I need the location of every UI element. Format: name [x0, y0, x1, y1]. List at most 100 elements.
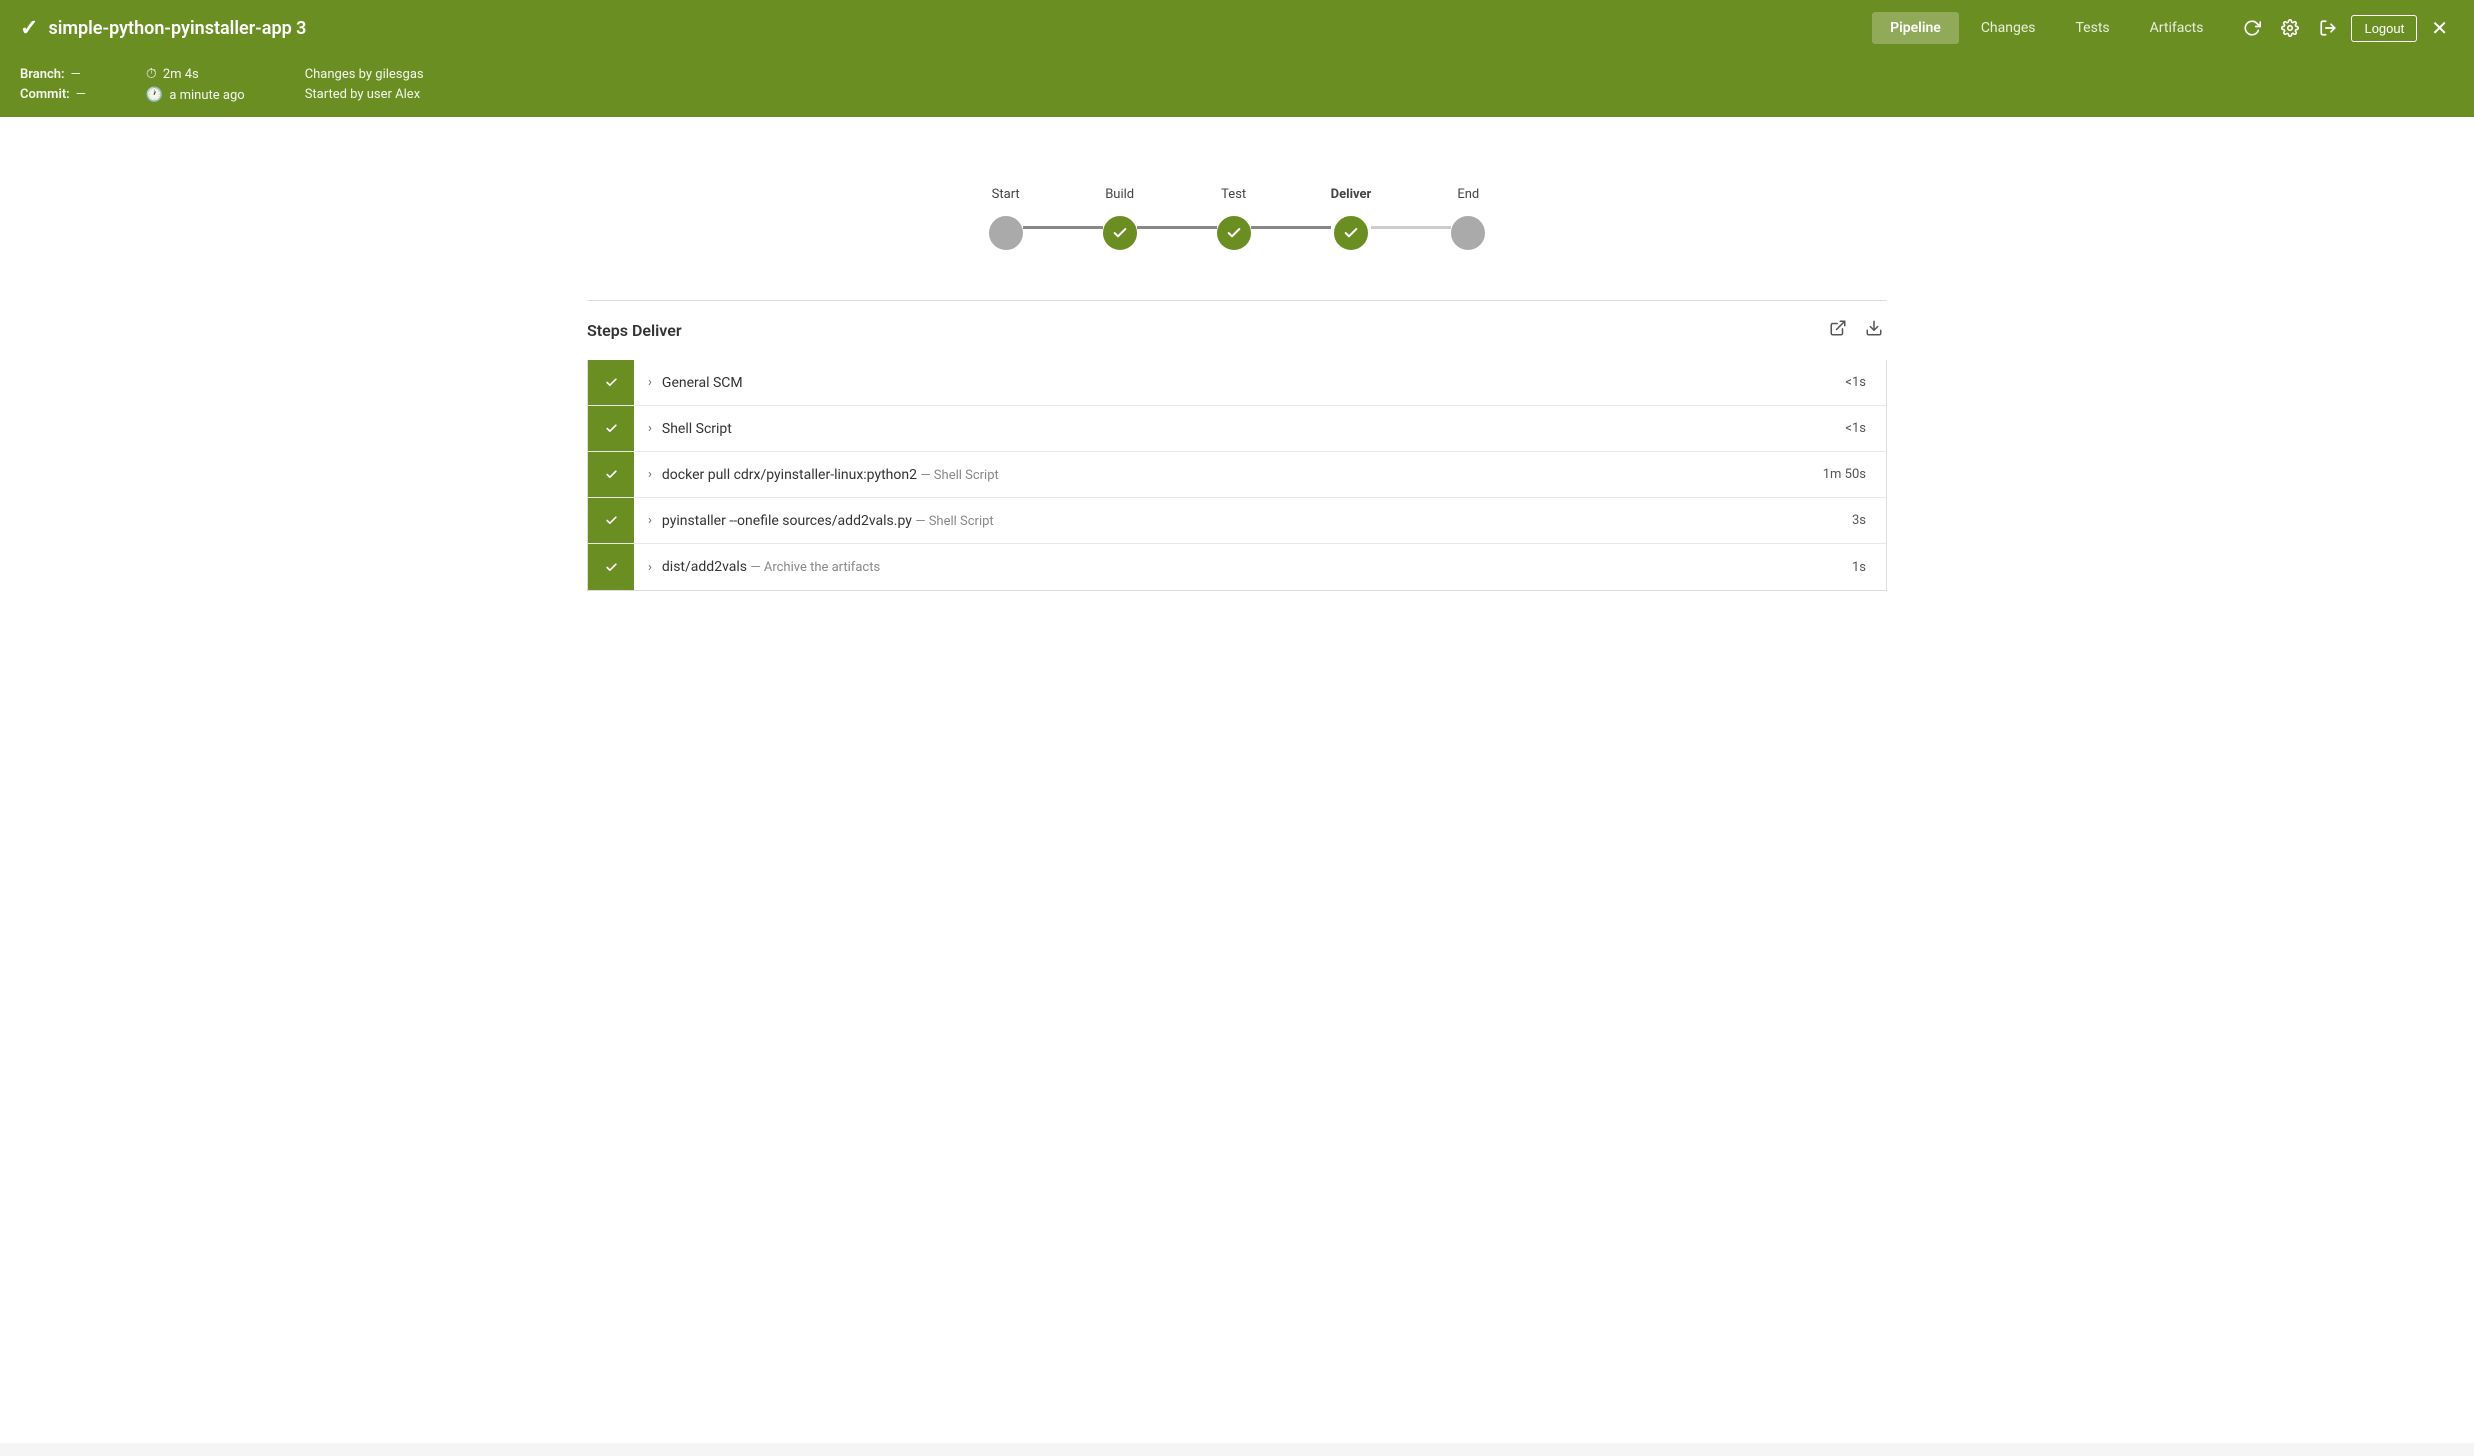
steps-header: Steps Deliver: [587, 300, 1887, 346]
step-name: docker pull cdrx/pyinstaller-linux:pytho…: [662, 467, 1823, 483]
step-check-icon: [605, 468, 618, 481]
close-button[interactable]: ✕: [2425, 10, 2454, 47]
branch-label: Branch:: [20, 67, 65, 82]
signout-button[interactable]: [2313, 13, 2343, 43]
settings-button[interactable]: [2275, 13, 2305, 43]
logout-button[interactable]: Logout: [2351, 15, 2417, 42]
tab-changes[interactable]: Changes: [1963, 12, 2054, 44]
step-expand-icon[interactable]: ›: [634, 513, 662, 528]
tab-artifacts[interactable]: Artifacts: [2132, 12, 2222, 44]
stage-end-label: End: [1457, 187, 1479, 202]
step-row[interactable]: ›General SCM<1s: [588, 360, 1886, 406]
changes-by-value: Changes by gilesgas: [305, 67, 424, 82]
connector-build-test: [1137, 226, 1217, 229]
download-button[interactable]: [1861, 315, 1887, 346]
connector-deliver-end: [1371, 226, 1451, 229]
main-content: Start Build Test: [0, 117, 2474, 1443]
main-nav: Pipeline Changes Tests Artifacts: [1872, 12, 2221, 44]
steps-title: Steps Deliver: [587, 321, 682, 340]
step-status-indicator: [588, 452, 634, 497]
started-by-value: Started by user Alex: [305, 87, 420, 102]
stage-build: Build: [1103, 187, 1137, 250]
tab-tests[interactable]: Tests: [2058, 12, 2128, 44]
tab-pipeline[interactable]: Pipeline: [1872, 12, 1959, 44]
step-type: — Archive the artifacts: [750, 560, 880, 575]
steps-list: ›General SCM<1s›Shell Script<1s›docker p…: [587, 360, 1887, 591]
connector-test-deliver: [1251, 226, 1331, 229]
duration-icon: ⏱: [146, 66, 157, 82]
header-actions: Logout ✕: [2237, 10, 2454, 47]
refresh-icon: [2243, 19, 2261, 37]
step-status-indicator: [588, 544, 634, 590]
commit-value: —: [76, 87, 86, 102]
step-check-icon: [605, 422, 618, 435]
step-type: — Shell Script: [915, 514, 993, 529]
step-name: General SCM: [662, 375, 1826, 391]
build-check-icon: [1112, 225, 1128, 241]
app-header: ✓ simple-python-pyinstaller-app 3 Pipeli…: [0, 0, 2474, 117]
clock-icon: 🕐: [146, 87, 163, 103]
signout-icon: [2319, 19, 2337, 37]
step-duration: 3s: [1826, 513, 1886, 528]
stage-build-node[interactable]: [1103, 216, 1137, 250]
step-expand-icon[interactable]: ›: [634, 421, 662, 436]
commit-row: Commit: —: [20, 87, 86, 102]
stage-end-node[interactable]: [1451, 216, 1485, 250]
external-link-icon: [1829, 319, 1847, 337]
step-duration: <1s: [1826, 421, 1886, 436]
stage-start-node[interactable]: [989, 216, 1023, 250]
stage-deliver: Deliver: [1331, 187, 1372, 250]
duration-row: ⏱ 2m 4s: [146, 66, 245, 82]
commit-label: Commit:: [20, 87, 70, 102]
step-row[interactable]: ›docker pull cdrx/pyinstaller-linux:pyth…: [588, 452, 1886, 498]
step-row[interactable]: ›Shell Script<1s: [588, 406, 1886, 452]
step-row[interactable]: ›dist/add2vals — Archive the artifacts1s: [588, 544, 1886, 590]
step-expand-icon[interactable]: ›: [634, 560, 662, 575]
step-expand-icon[interactable]: ›: [634, 375, 662, 390]
stage-deliver-node[interactable]: [1334, 216, 1368, 250]
step-name: pyinstaller --onefile sources/add2vals.p…: [662, 513, 1826, 529]
connector-start-build: [1023, 226, 1103, 229]
step-expand-icon[interactable]: ›: [634, 467, 662, 482]
branch-row: Branch: —: [20, 67, 86, 82]
header-info: Branch: — Commit: — ⏱ 2m 4s 🕐 a minute a…: [20, 56, 2454, 117]
steps-actions: [1825, 315, 1887, 346]
pipeline-stages: Start Build Test: [989, 187, 1486, 250]
changes-col: Changes by gilesgas Started by user Alex: [305, 67, 424, 102]
time-ago-value: a minute ago: [169, 88, 244, 103]
header-top: ✓ simple-python-pyinstaller-app 3 Pipeli…: [20, 0, 2454, 56]
stage-test-node[interactable]: [1217, 216, 1251, 250]
stage-deliver-label: Deliver: [1331, 187, 1372, 202]
stage-start: Start: [989, 187, 1023, 250]
step-status-indicator: [588, 498, 634, 543]
check-icon: ✓: [20, 16, 38, 41]
changes-by-row: Changes by gilesgas: [305, 67, 424, 82]
step-duration: 1m 50s: [1823, 467, 1886, 482]
branch-commit-col: Branch: — Commit: —: [20, 67, 86, 102]
step-name: dist/add2vals — Archive the artifacts: [662, 559, 1826, 575]
deliver-check-icon: [1343, 225, 1359, 241]
step-check-icon: [605, 514, 618, 527]
step-row[interactable]: ›pyinstaller --onefile sources/add2vals.…: [588, 498, 1886, 544]
gear-icon: [2281, 19, 2299, 37]
step-name: Shell Script: [662, 421, 1826, 437]
stage-test: Test: [1217, 187, 1251, 250]
app-title: simple-python-pyinstaller-app 3: [48, 18, 306, 39]
stage-start-label: Start: [992, 187, 1020, 202]
stage-build-label: Build: [1105, 187, 1134, 202]
refresh-button[interactable]: [2237, 13, 2267, 43]
step-duration: 1s: [1826, 560, 1886, 575]
step-duration: <1s: [1826, 375, 1886, 390]
step-status-indicator: [588, 406, 634, 451]
duration-value: 2m 4s: [163, 67, 199, 82]
step-status-indicator: [588, 360, 634, 405]
started-by-row: Started by user Alex: [305, 87, 424, 102]
stage-end: End: [1451, 187, 1485, 250]
step-check-icon: [605, 376, 618, 389]
close-icon: ✕: [2431, 16, 2448, 41]
step-type: — Shell Script: [920, 468, 998, 483]
test-check-icon: [1226, 225, 1242, 241]
external-link-button[interactable]: [1825, 315, 1851, 346]
pipeline-diagram: Start Build Test: [20, 157, 2454, 300]
timing-col: ⏱ 2m 4s 🕐 a minute ago: [146, 66, 245, 103]
